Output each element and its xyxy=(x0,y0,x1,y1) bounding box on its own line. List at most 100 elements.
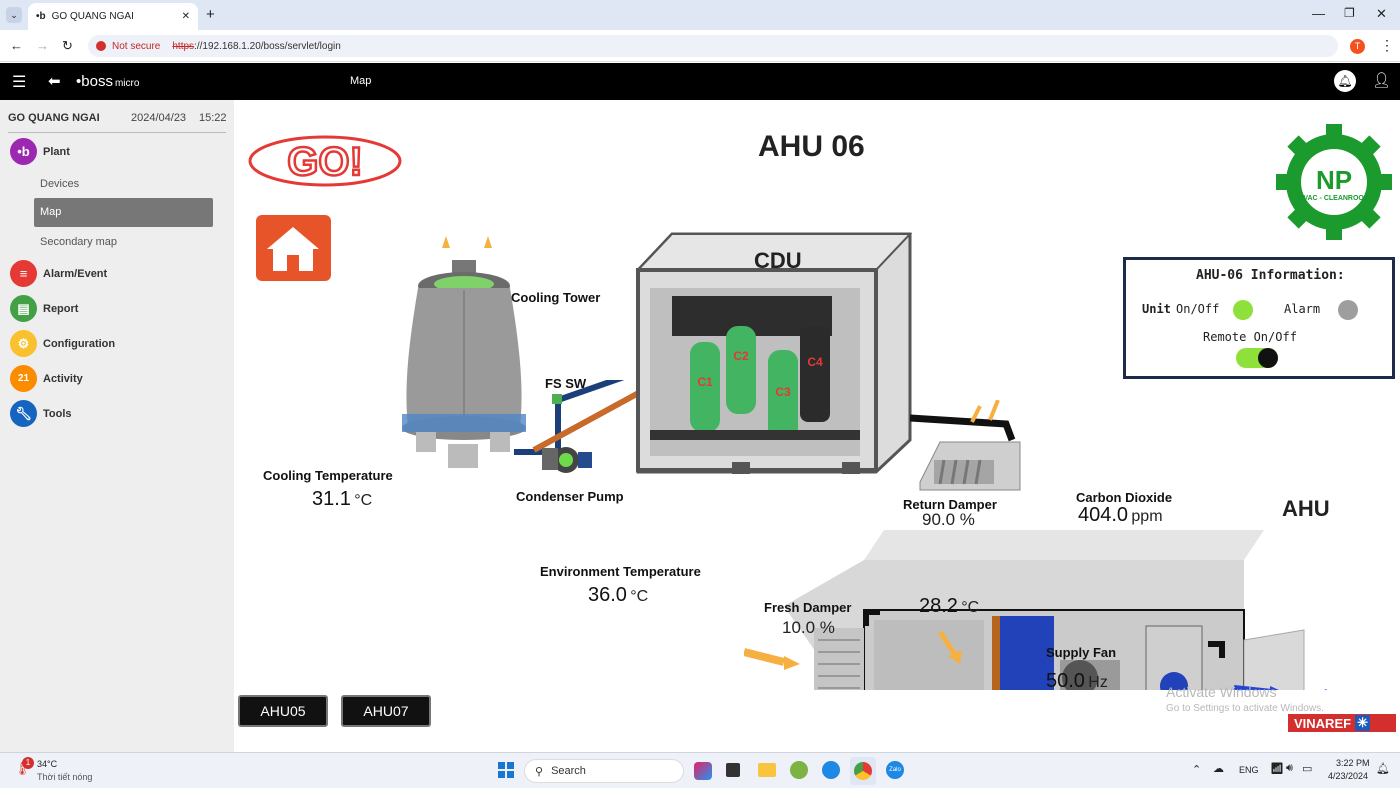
current-time: 15:22 xyxy=(199,112,227,124)
browser-menu-icon[interactable]: ⋮ xyxy=(1380,37,1394,54)
edge-icon[interactable] xyxy=(822,761,840,779)
back-arrow-icon[interactable]: ⬅ xyxy=(48,72,61,90)
activate-windows-title: Activate Windows xyxy=(1166,684,1277,700)
warning-icon xyxy=(96,41,106,51)
browser-tab-bar: ⌄ •b GO QUANG NGAI ✕ + — ❐ ✕ xyxy=(0,0,1400,30)
svg-text:NP: NP xyxy=(1316,165,1352,195)
close-window-button[interactable]: ✕ xyxy=(1376,6,1387,22)
ahu05-button[interactable]: AHU05 xyxy=(238,695,328,727)
sidebar-item-activity[interactable]: 21 Activity xyxy=(10,365,83,392)
gears-icon: ⚙ xyxy=(10,330,37,357)
taskbar-search[interactable]: ⚲ Search xyxy=(524,759,684,783)
notification-icon[interactable]: 🔔︎ xyxy=(1376,762,1390,775)
ahu07-button[interactable]: AHU07 xyxy=(341,695,431,727)
svg-text:C1: C1 xyxy=(697,375,713,389)
sidebar-item-configuration[interactable]: ⚙ Configuration xyxy=(10,330,115,357)
svg-text:HVAC - CLEANROOM: HVAC - CLEANROOM xyxy=(1298,195,1370,202)
plant-icon: •b xyxy=(10,138,37,165)
sidebar-item-label: Activity xyxy=(43,372,83,385)
supply-temp-reading: 28.2 °C xyxy=(919,595,980,617)
sidebar-item-label: Plant xyxy=(43,145,70,158)
windows-start-icon[interactable] xyxy=(498,762,514,778)
return-damper-value: 90.0 % xyxy=(922,510,975,529)
app-header: ☰ ⬅ •boss micro Map 🔔︎ 👤︎ xyxy=(0,63,1400,100)
wrench-icon: 🔧︎ xyxy=(10,400,37,427)
svg-text:C3: C3 xyxy=(775,385,791,399)
copilot-icon[interactable] xyxy=(694,762,712,780)
hamburger-menu-icon[interactable]: ☰ xyxy=(12,72,26,92)
supply-fan-label: Supply Fan xyxy=(1046,645,1117,660)
reload-icon[interactable]: ↻ xyxy=(62,38,73,54)
file-explorer-icon[interactable] xyxy=(758,763,776,777)
browser-tab[interactable]: •b GO QUANG NGAI ✕ xyxy=(28,3,198,30)
co2-reading: 404.0 ppm xyxy=(1078,504,1163,526)
sidebar-item-label: Map xyxy=(40,206,62,218)
condenser-pipes xyxy=(514,380,644,473)
forward-icon[interactable]: → xyxy=(36,38,49,53)
supply-fan-reading: 50.0 Hz xyxy=(1046,670,1108,692)
env-temp-label: Environment Temperature xyxy=(540,564,701,579)
fresh-damper-value: 10.0 % xyxy=(782,618,835,637)
user-account-icon[interactable]: 👤︎ xyxy=(1372,71,1391,89)
svg-text:GO!: GO! xyxy=(287,140,363,184)
cdu-label: CDU xyxy=(754,248,802,273)
sidebar-item-secondary-map[interactable]: Secondary map xyxy=(40,236,117,248)
sidebar-item-label: Configuration xyxy=(43,337,116,350)
windows-taskbar: 🌡︎ 1 34°C Thời tiết nóng ⚲ Search Zalo ⌃ … xyxy=(0,752,1400,788)
report-doc-icon: ▤ xyxy=(10,295,37,322)
sidebar-item-tools[interactable]: 🔧︎ Tools xyxy=(10,400,72,427)
volume-icon[interactable]: 🔊︎ xyxy=(1286,762,1293,775)
vinaref-logo: VINAREF ✳ xyxy=(1288,714,1396,732)
co2-label: Carbon Dioxide xyxy=(1076,490,1173,505)
tab-close-icon[interactable]: ✕ xyxy=(182,11,190,22)
sidebar-item-map[interactable]: Map xyxy=(34,198,213,227)
weather-badge: 1 xyxy=(22,757,34,769)
omnibox[interactable]: Not secure https://192.168.1.20/boss/ser… xyxy=(88,35,1338,57)
page-heading: AHU 06 xyxy=(758,130,865,163)
cooling-temp-reading: 31.1 °C xyxy=(312,488,373,510)
brand-logo: •boss micro xyxy=(76,73,140,90)
alarm-list-icon: ≡ xyxy=(10,260,37,287)
weather-desc: Thời tiết nóng xyxy=(37,772,93,782)
alarm-status-led xyxy=(1338,300,1358,320)
np-hvac-logo: NP HVAC - CLEANROOM xyxy=(1276,124,1392,240)
sidebar-item-label: Tools xyxy=(43,407,72,420)
clock-date[interactable]: 4/23/2024 xyxy=(1328,771,1368,781)
cloud-icon[interactable]: ☁ xyxy=(1213,762,1224,775)
search-label: Search xyxy=(551,765,586,777)
tab-title: GO QUANG NGAI xyxy=(51,11,134,22)
sidebar: GO QUANG NGAI 2024/04/23 15:22 •b Plant D… xyxy=(0,100,234,752)
home-button[interactable] xyxy=(256,215,331,281)
onoff-label: On/Off xyxy=(1176,302,1220,316)
sidebar-item-plant[interactable]: •b Plant xyxy=(10,138,70,165)
task-view-icon[interactable] xyxy=(726,763,740,777)
remote-onoff-toggle[interactable] xyxy=(1236,348,1278,368)
notification-bell-icon[interactable]: 🔔︎ xyxy=(1334,70,1356,92)
battery-icon[interactable]: ▭ xyxy=(1302,762,1312,775)
minimize-button[interactable]: — xyxy=(1312,6,1325,21)
not-secure-label: Not secure xyxy=(112,40,161,52)
wifi-icon[interactable]: 📶︎ xyxy=(1270,762,1284,775)
zalo-icon[interactable]: Zalo xyxy=(886,761,904,779)
current-date: 2024/04/23 xyxy=(131,112,187,124)
app-icon[interactable] xyxy=(790,761,808,779)
back-icon[interactable]: ← xyxy=(10,38,23,53)
profile-avatar[interactable]: T xyxy=(1350,39,1365,54)
language-indicator[interactable]: ENG xyxy=(1239,765,1259,775)
sidebar-item-devices[interactable]: Devices xyxy=(40,178,79,190)
sidebar-item-alarm-event[interactable]: ≡ Alarm/Event xyxy=(10,260,107,287)
tab-list-icon[interactable]: ⌄ xyxy=(6,7,22,23)
calendar-icon: 21 xyxy=(10,365,37,392)
clock-time[interactable]: 3:22 PM xyxy=(1336,758,1370,768)
chrome-taskbar-button[interactable] xyxy=(850,757,876,785)
new-tab-button[interactable]: + xyxy=(206,6,215,23)
sidebar-item-report[interactable]: ▤ Report xyxy=(10,295,78,322)
scada-map: GO! AHU 06 NP HVAC - CLEANROOM Cooling T… xyxy=(234,100,1400,752)
fresh-damper-label: Fresh Damper xyxy=(764,600,852,615)
tray-chevron-icon[interactable]: ⌃ xyxy=(1192,763,1201,776)
activate-windows-sub: Go to Settings to activate Windows. xyxy=(1166,703,1324,714)
restore-button[interactable]: ❐ xyxy=(1344,6,1355,20)
vinaref-star-icon: ✳ xyxy=(1355,715,1370,731)
remote-onoff-label: Remote On/Off xyxy=(1203,330,1297,344)
chrome-icon xyxy=(854,762,872,780)
